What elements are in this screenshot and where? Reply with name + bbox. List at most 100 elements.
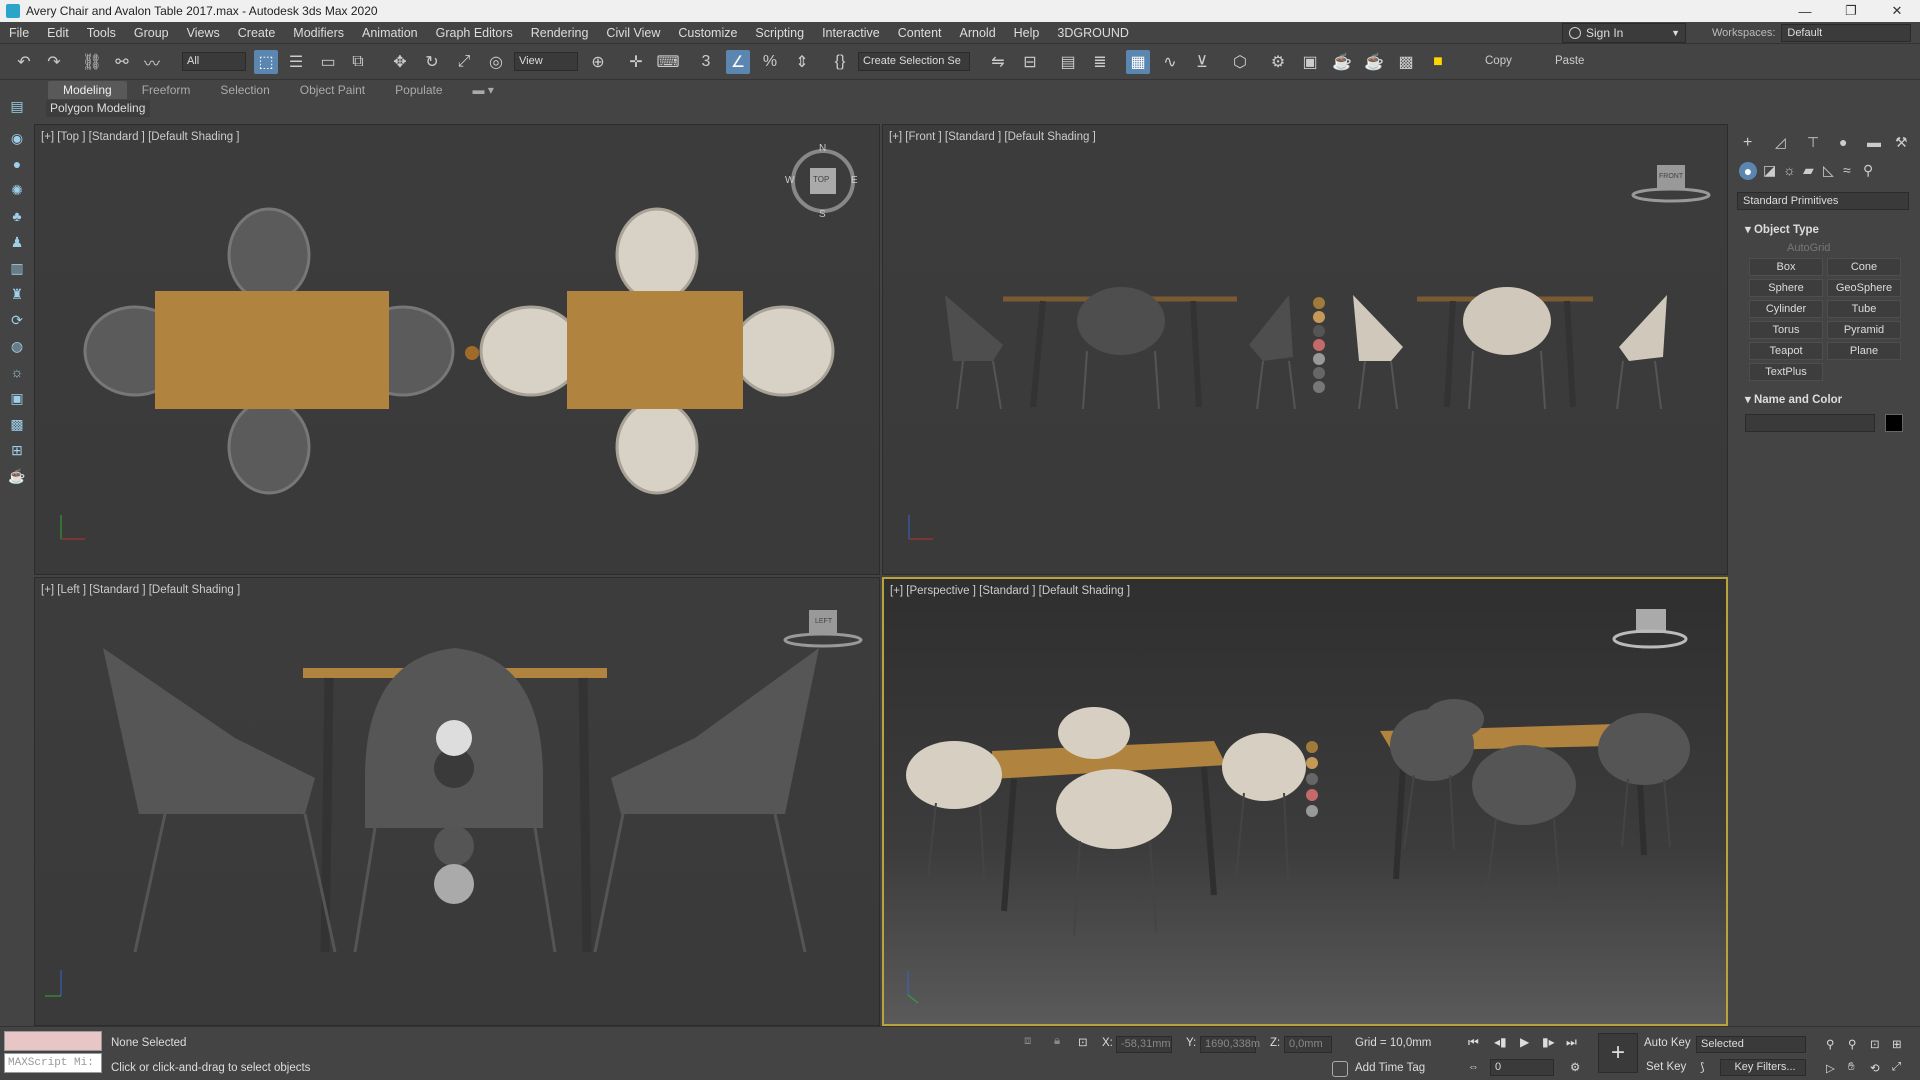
bind-space-warp-icon[interactable]: 〰 (140, 50, 164, 74)
menu-group[interactable]: Group (125, 22, 178, 44)
menu-customize[interactable]: Customize (669, 22, 746, 44)
rotate-icon[interactable]: ↻ (420, 50, 444, 74)
tab-modeling[interactable]: Modeling (48, 81, 127, 99)
viewcube-left-face[interactable]: LEFT (815, 618, 832, 625)
figure-icon[interactable]: ♟ (7, 232, 27, 252)
hierarchy-tab-icon[interactable]: ⊤ (1807, 134, 1819, 151)
selection-filter-dropdown[interactable]: All (182, 52, 246, 71)
key-mode-icon[interactable]: ⇔ (1468, 1061, 1479, 1073)
render-setup-icon[interactable]: ⚙ (1266, 50, 1290, 74)
teapot-button[interactable]: Teapot (1749, 342, 1823, 360)
time-configuration-icon[interactable]: ⚙ (1570, 1060, 1580, 1074)
scene-explorer-icon[interactable]: ▤ (7, 96, 27, 116)
curve-editor-icon[interactable]: ∿ (1158, 50, 1182, 74)
minimize-button[interactable]: — (1782, 0, 1828, 22)
systems-icon[interactable]: ⚲ (1863, 162, 1873, 179)
menu-animation[interactable]: Animation (353, 22, 427, 44)
undo-icon[interactable]: ↶ (12, 50, 36, 74)
go-to-start-icon[interactable]: ⏮ (1468, 1035, 1479, 1050)
select-by-name-icon[interactable]: ☰ (284, 50, 308, 74)
render-in-cloud-icon[interactable]: ■ (1426, 50, 1450, 74)
maxscript-listener[interactable] (4, 1031, 102, 1051)
menu-arnold[interactable]: Arnold (951, 22, 1005, 44)
key-filters-button[interactable]: Key Filters... (1720, 1059, 1806, 1076)
reference-coordinate-dropdown[interactable]: View (514, 52, 578, 71)
window-crossing-icon[interactable]: ⧉ (346, 50, 370, 74)
align-icon[interactable]: ⊟ (1018, 50, 1042, 74)
autogrid-checkbox[interactable]: AutoGrid (1787, 242, 1830, 254)
viewcube-top-face[interactable]: TOP (813, 175, 829, 184)
isolate-selection-icon[interactable]: ⧈ (1024, 1035, 1031, 1048)
book-icon[interactable]: ▥ (7, 258, 27, 278)
menu-edit[interactable]: Edit (38, 22, 78, 44)
zoom-icon[interactable]: ⚲ (1826, 1037, 1834, 1051)
camera-icon[interactable]: ◉ (7, 128, 27, 148)
menu-create[interactable]: Create (229, 22, 285, 44)
space-warps-icon[interactable]: ≈ (1843, 162, 1851, 178)
viewport-top[interactable]: [+] [Top ] [Standard ] [Default Shading … (34, 124, 880, 575)
mirror-icon[interactable]: ⇋ (986, 50, 1010, 74)
absolute-mode-icon[interactable]: ⊡ (1078, 1035, 1088, 1049)
percent-snap-icon[interactable]: % (758, 50, 782, 74)
sun-icon[interactable]: ✺ (7, 180, 27, 200)
cylinder-button[interactable]: Cylinder (1749, 300, 1823, 318)
shapes-icon[interactable]: ◪ (1763, 162, 1776, 179)
name-and-color-rollout[interactable]: ▾ Name and Color (1745, 392, 1842, 406)
helpers-icon[interactable]: ◺ (1823, 162, 1834, 179)
rectangular-selection-icon[interactable]: ▭ (316, 50, 340, 74)
object-category-dropdown[interactable]: Standard Primitives (1737, 192, 1909, 210)
next-frame-icon[interactable]: ▮▸ (1542, 1035, 1555, 1049)
teapot-icon[interactable]: ☕ (7, 466, 27, 486)
set-key-plus-button[interactable]: + (1598, 1033, 1638, 1073)
sphere-button[interactable]: Sphere (1749, 279, 1823, 297)
maxscript-mini-input[interactable]: MAXScript Mi: (4, 1053, 102, 1073)
maximize-viewport-icon[interactable]: ⤢ (1892, 1061, 1901, 1074)
bulb-icon[interactable]: ☼ (7, 362, 27, 382)
menu-scripting[interactable]: Scripting (746, 22, 813, 44)
geosphere-button[interactable]: GeoSphere (1827, 279, 1901, 297)
tube-button[interactable]: Tube (1827, 300, 1901, 318)
viewport-left[interactable]: [+] [Left ] [Standard ] [Default Shading… (34, 577, 880, 1026)
viewport-perspective[interactable]: [+] [Perspective ] [Standard ] [Default … (882, 577, 1728, 1026)
select-object-icon[interactable]: ⬚ (254, 50, 278, 74)
material-editor-icon[interactable]: ⬡ (1228, 50, 1252, 74)
panel-icon[interactable]: ▣ (7, 388, 27, 408)
textplus-button[interactable]: TextPlus (1749, 363, 1823, 381)
schematic-view-icon[interactable]: ⊻ (1190, 50, 1214, 74)
grid-icon[interactable]: ⊞ (7, 440, 27, 460)
display-tab-icon[interactable]: ▬ (1867, 134, 1881, 150)
light-icon[interactable]: ● (7, 154, 27, 174)
tab-populate[interactable]: Populate (380, 81, 457, 99)
create-tab-icon[interactable]: + (1743, 134, 1752, 152)
bottle-icon[interactable]: ♜ (7, 284, 27, 304)
ribbon-options-icon[interactable]: ▬ ▾ (458, 81, 509, 99)
pivot-center-icon[interactable]: ⊕ (586, 50, 610, 74)
render-grid-icon[interactable]: ▩ (1394, 50, 1418, 74)
go-to-end-icon[interactable]: ⏭ (1566, 1035, 1577, 1050)
layer-explorer-icon[interactable]: ≣ (1088, 50, 1112, 74)
scale-icon[interactable]: ⤢ (452, 50, 476, 74)
link-icon[interactable]: ⛓ (80, 50, 104, 74)
menu-rendering[interactable]: Rendering (522, 22, 598, 44)
cameras-icon[interactable]: ▰ (1803, 162, 1814, 179)
edit-named-selection-icon[interactable]: {} (828, 50, 852, 74)
geometry-icon[interactable]: ● (1739, 162, 1757, 180)
previous-frame-icon[interactable]: ◂▮ (1494, 1035, 1507, 1049)
time-tag-icon[interactable] (1332, 1061, 1348, 1077)
modify-tab-icon[interactable]: ◿ (1775, 134, 1786, 151)
spinner-snap-icon[interactable]: ⇕ (790, 50, 814, 74)
zoom-all-icon[interactable]: ⚲ (1848, 1037, 1856, 1051)
viewcube-front-face[interactable]: FRONT (1659, 173, 1683, 180)
orbit-icon[interactable]: ⟲ (1870, 1061, 1880, 1075)
unlink-icon[interactable]: ⚯ (110, 50, 134, 74)
key-mode-dropdown[interactable]: Selected (1696, 1036, 1806, 1053)
snaps-toggle-icon[interactable]: 3 (694, 50, 718, 74)
x-coordinate-field[interactable]: -58,31mm (1116, 1036, 1172, 1053)
tree-icon[interactable]: ♣ (7, 206, 27, 226)
render-production-icon[interactable]: ☕ (1330, 50, 1354, 74)
menu-modifiers[interactable]: Modifiers (284, 22, 353, 44)
object-color-swatch[interactable] (1885, 414, 1903, 432)
field-of-view-icon[interactable]: ▷ (1826, 1061, 1835, 1075)
lock-icon[interactable]: 🔒︎ (1054, 1035, 1060, 1048)
menu-help[interactable]: Help (1005, 22, 1049, 44)
